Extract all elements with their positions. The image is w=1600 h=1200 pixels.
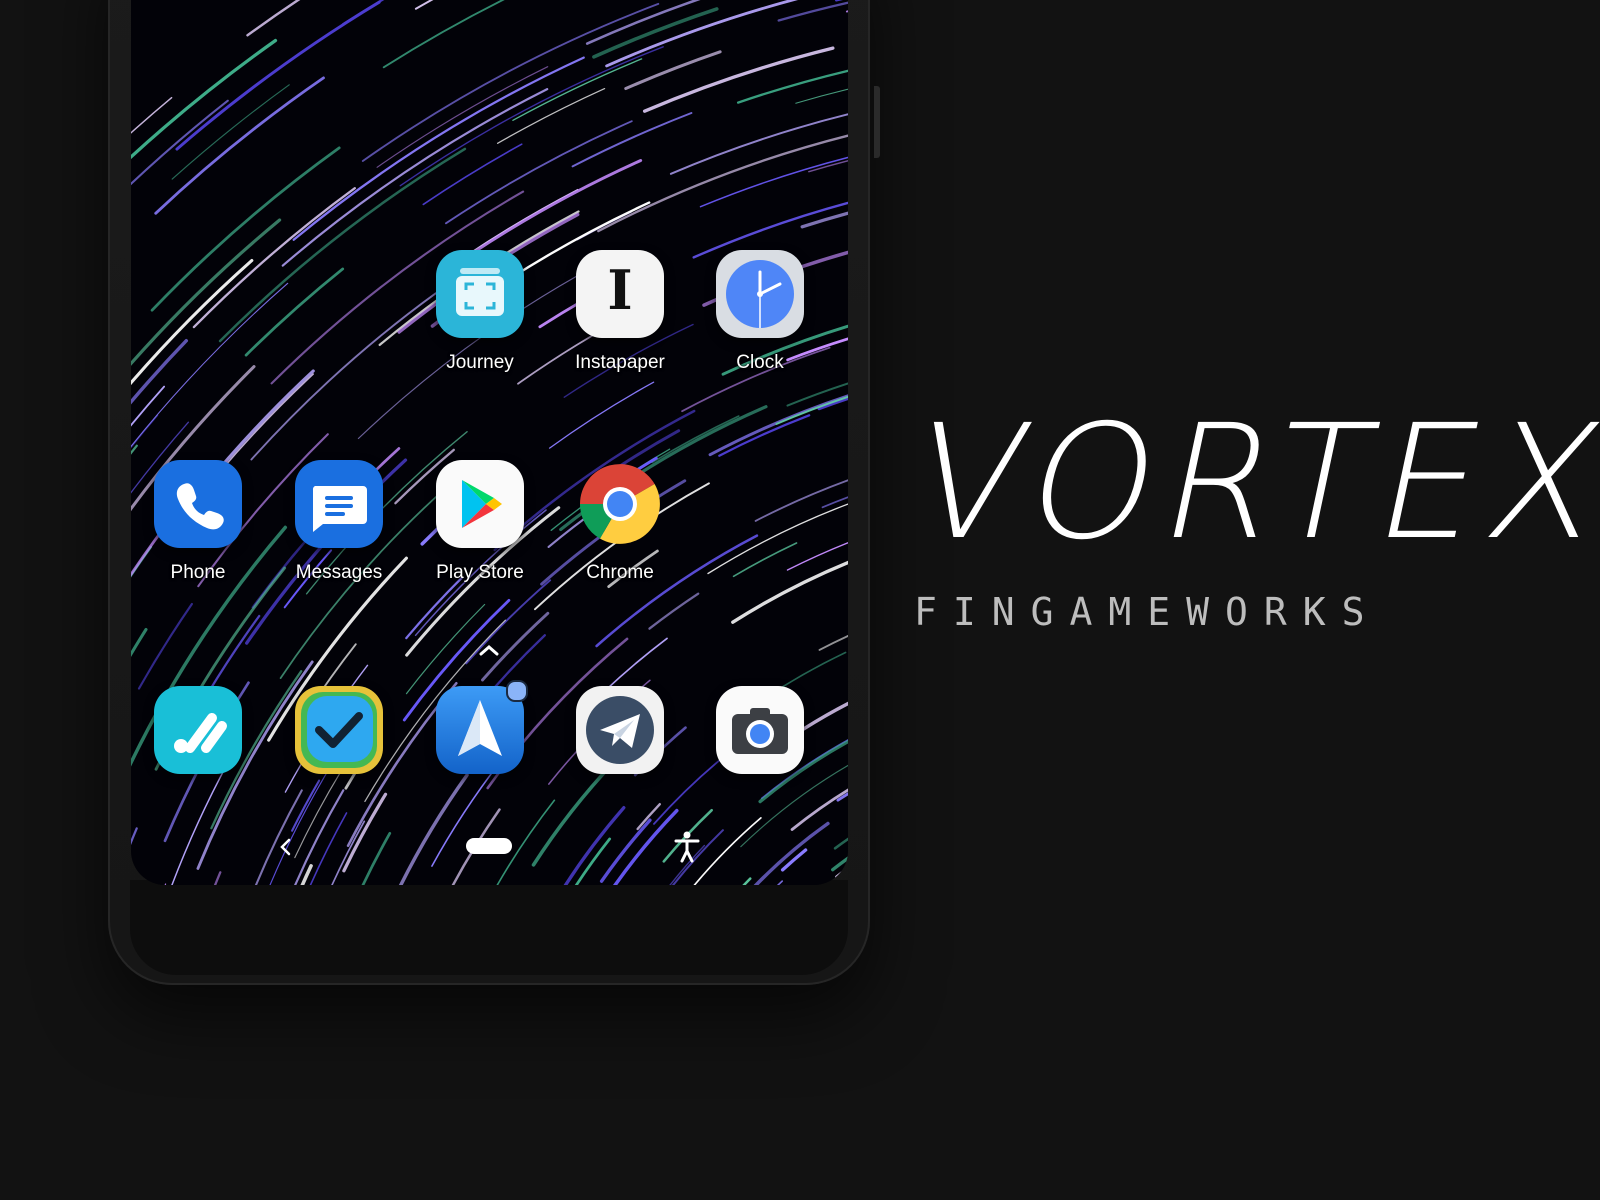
wallpaper-streak [800,211,848,229]
dock-app-5[interactable] [695,686,825,774]
app-label: Clock [736,352,784,373]
play-store-icon [436,460,524,548]
instapaper-icon: I [576,250,664,338]
wallpaper-streak [131,827,138,846]
wallpaper-streak [786,541,848,571]
wallpaper-streak [597,134,848,233]
journey-icon [436,250,524,338]
app-drawer-chevron-icon[interactable] [473,640,505,660]
wallpaper-streak [291,779,321,832]
accessibility-icon[interactable] [672,830,702,864]
wallpaper-streak [342,792,388,873]
wallpaper-streak [835,866,848,879]
wallpaper-streak [833,837,848,850]
wallpaper-streak [164,883,167,885]
wallpaper-streak [777,880,784,885]
app-label: Chrome [586,562,654,583]
app-chrome[interactable]: Chrome [555,460,685,584]
dock-app-4[interactable] [555,686,685,774]
wallpaper-streak [780,848,808,872]
tasks-icon [154,686,242,774]
brand-subtitle: FINGAMEWORKS [914,590,1381,634]
wallpaper-streak [137,602,193,690]
wallpaper-streak [422,143,523,206]
wallpaper-streak [753,821,830,885]
wallpaper-streak [732,542,798,578]
back-icon[interactable] [276,836,296,858]
app-instapaper[interactable]: I Instapaper [555,250,685,374]
wallpaper-streak [300,864,313,885]
wallpaper-streak [548,381,655,449]
wallpaper-streak [361,2,660,162]
wallpaper-streak [398,773,469,885]
app-label: Play Store [436,562,524,583]
wallpaper-streak [699,156,848,208]
wallpaper-streak [175,0,381,151]
app-label: Instapaper [575,352,665,373]
checkmark-icon [295,686,383,774]
dock-app-2[interactable] [274,686,404,774]
phone-icon [154,460,242,548]
wallpaper-streak [405,576,463,640]
home-pill[interactable] [466,838,512,854]
app-play-store[interactable]: Play Store [415,460,545,584]
dock-app-3[interactable] [415,680,545,774]
wallpaper-streak [731,560,848,624]
app-journey[interactable]: Journey [415,250,545,374]
dock-app-1[interactable] [133,686,263,774]
app-label: Messages [295,562,383,583]
messages-icon [295,460,383,548]
wallpaper-streak [512,58,643,121]
spark-mail-icon [436,680,528,774]
chrome-icon [576,460,664,548]
wallpaper-streak [213,871,222,885]
wallpaper-streak [131,38,278,160]
wallpaper-streak [636,802,662,831]
app-label: Journey [446,352,514,373]
wallpaper-streak [269,756,337,885]
wallpaper-streak [246,0,301,37]
app-messages[interactable]: Messages [274,460,404,584]
wallpaper-streak [244,267,345,357]
wallpaper-streak [624,50,722,91]
wallpaper-streak [131,99,229,186]
wallpaper-streak [692,201,848,259]
wallpaper-streak [376,66,549,168]
clock-icon [716,250,804,338]
app-clock[interactable]: Clock [695,250,825,374]
wallpaper-streak [736,69,848,104]
phone-side-button [874,86,880,158]
phone-chin [130,880,848,975]
notification-dot [506,680,528,702]
wallpaper-streak [708,394,848,457]
wallpaper-streak [603,637,668,693]
brand-title: VORTEX [896,391,1600,575]
wallpaper-streak [742,877,752,885]
instapaper-glyph: I [607,258,633,322]
app-label: Phone [170,562,226,583]
app-phone[interactable]: Phone [133,460,263,584]
telegram-icon [576,686,664,774]
wallpaper-streak [459,159,643,263]
wallpaper-streak [754,479,848,522]
camera-icon [716,686,804,774]
wallpaper-streak [342,0,385,26]
wallpaper-streak [829,880,837,885]
wallpaper-streak [777,1,848,22]
wallpaper-streak [382,0,505,69]
phone-screen: Journey I Instapaper Clock Phone Message… [131,0,848,885]
wallpaper-streak [281,88,549,267]
wallpaper-streak [818,634,848,651]
